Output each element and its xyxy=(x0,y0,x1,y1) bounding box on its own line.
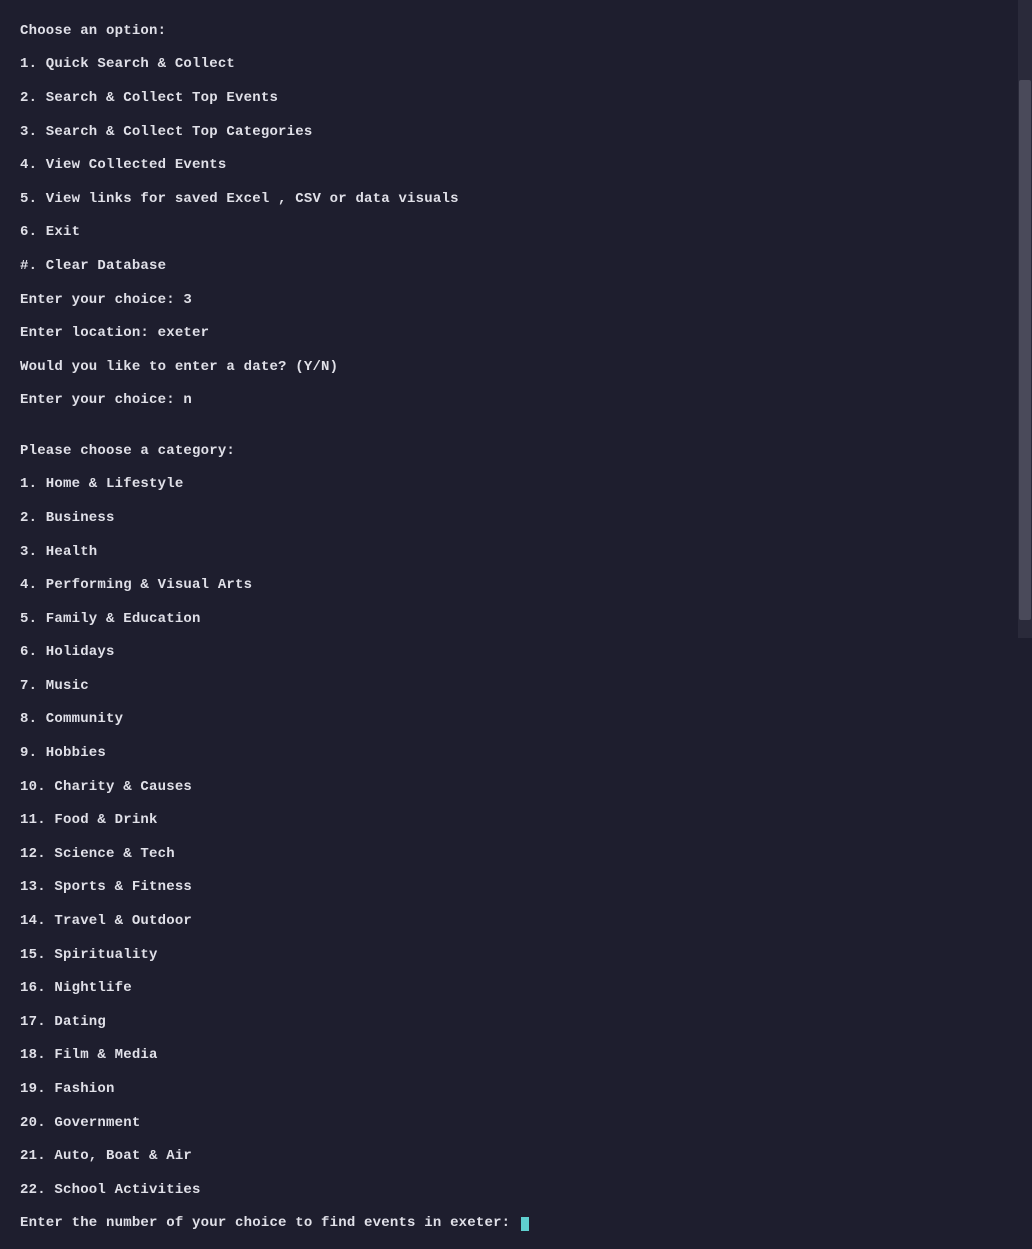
final-prompt-line: Enter the number of your choice to find … xyxy=(20,1215,1032,1232)
category-item: 10. Charity & Causes xyxy=(20,779,1032,796)
category-item: 3. Health xyxy=(20,544,1032,561)
category-item: 21. Auto, Boat & Air xyxy=(20,1148,1032,1165)
category-item: 8. Community xyxy=(20,711,1032,728)
category-item: 13. Sports & Fitness xyxy=(20,879,1032,896)
menu-option: 5. View links for saved Excel , CSV or d… xyxy=(20,191,1032,208)
scrollbar-track[interactable] xyxy=(1018,0,1032,638)
category-item: 16. Nightlife xyxy=(20,980,1032,997)
category-item: 4. Performing & Visual Arts xyxy=(20,577,1032,594)
date-choice: Enter your choice: n xyxy=(20,392,1032,409)
scrollbar-thumb[interactable] xyxy=(1019,80,1031,620)
category-item: 22. School Activities xyxy=(20,1182,1032,1199)
menu-option: #. Clear Database xyxy=(20,258,1032,275)
cursor-icon xyxy=(521,1217,529,1231)
menu-option: 2. Search & Collect Top Events xyxy=(20,90,1032,107)
category-item: 9. Hobbies xyxy=(20,745,1032,762)
menu-option: 6. Exit xyxy=(20,224,1032,241)
category-item: 11. Food & Drink xyxy=(20,812,1032,829)
menu-option: 1. Quick Search & Collect xyxy=(20,56,1032,73)
category-item: 12. Science & Tech xyxy=(20,846,1032,863)
category-item: 1. Home & Lifestyle xyxy=(20,476,1032,493)
menu-option: 4. View Collected Events xyxy=(20,157,1032,174)
category-item: 15. Spirituality xyxy=(20,947,1032,964)
category-item: 20. Government xyxy=(20,1115,1032,1132)
category-header: Please choose a category: xyxy=(20,443,1032,460)
category-item: 19. Fashion xyxy=(20,1081,1032,1098)
menu-option: 3. Search & Collect Top Categories xyxy=(20,124,1032,141)
location-prompt: Enter location: exeter xyxy=(20,325,1032,342)
category-item: 7. Music xyxy=(20,678,1032,695)
category-item: 5. Family & Education xyxy=(20,611,1032,628)
category-item: 6. Holidays xyxy=(20,644,1032,661)
category-item: 18. Film & Media xyxy=(20,1047,1032,1064)
category-item: 2. Business xyxy=(20,510,1032,527)
category-item: 14. Travel & Outdoor xyxy=(20,913,1032,930)
choice-prompt: Enter your choice: 3 xyxy=(20,292,1032,309)
terminal-output[interactable]: Choose an option: 1. Quick Search & Coll… xyxy=(0,0,1032,638)
final-prompt-text: Enter the number of your choice to find … xyxy=(20,1215,519,1231)
date-prompt: Would you like to enter a date? (Y/N) xyxy=(20,359,1032,376)
category-item: 17. Dating xyxy=(20,1014,1032,1031)
menu-header: Choose an option: xyxy=(20,23,1032,40)
